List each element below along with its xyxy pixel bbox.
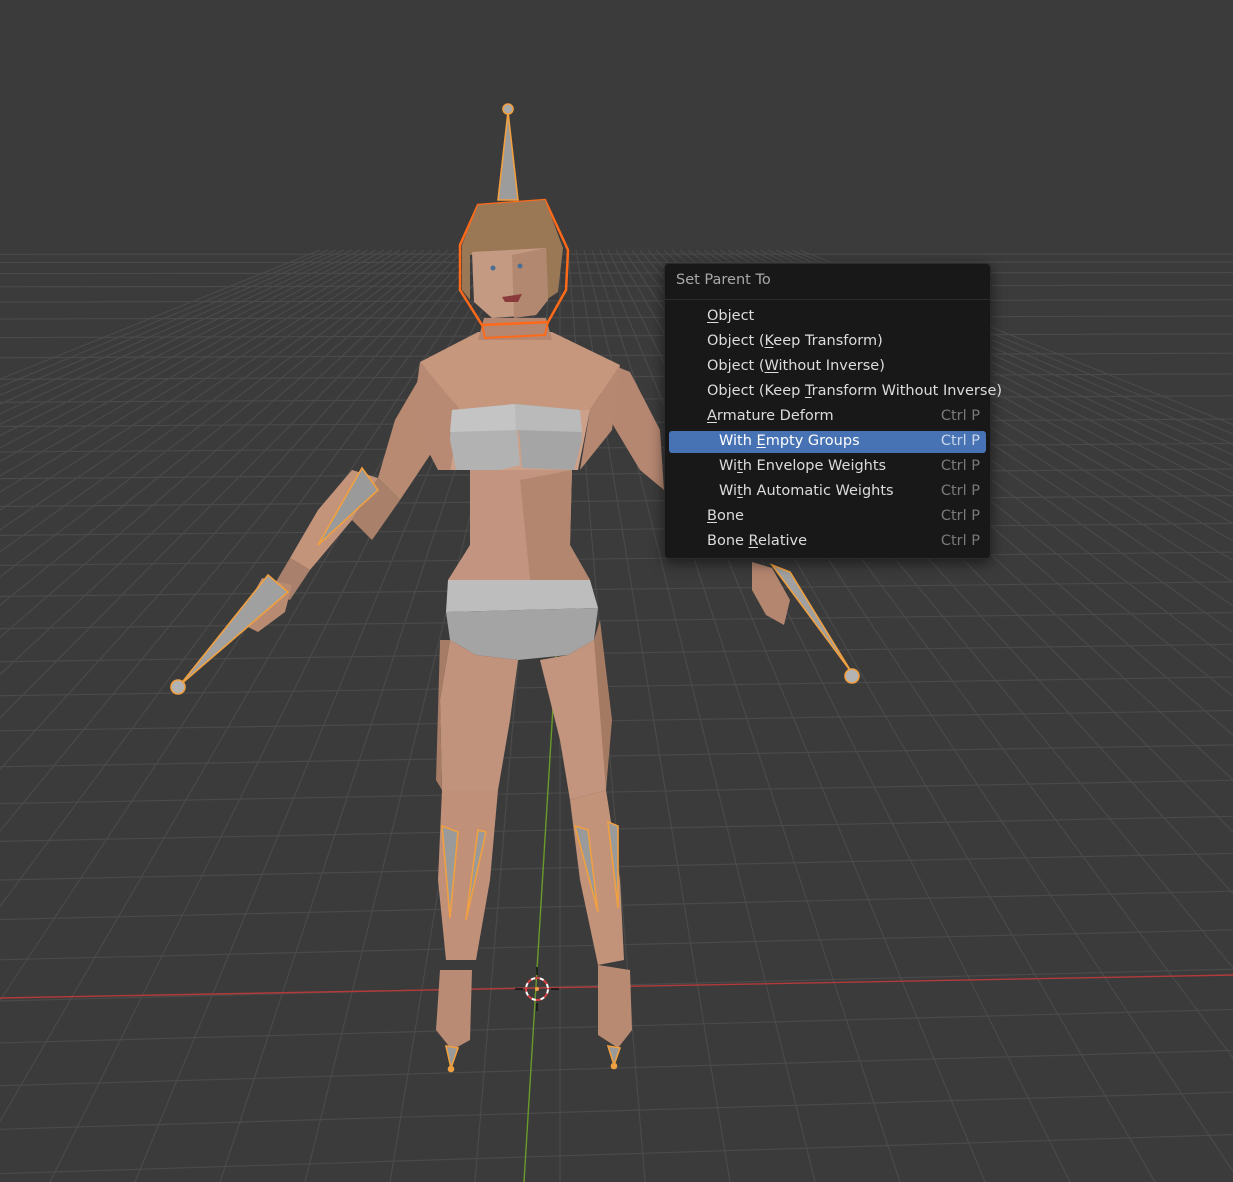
right-foot-bone-tip[interactable] bbox=[610, 1062, 618, 1070]
menu-item-object-without-inverse[interactable]: Object (Without Inverse) bbox=[669, 356, 986, 378]
right-hand-bone-tip[interactable] bbox=[844, 668, 860, 684]
3d-viewport[interactable]: Set Parent To Object Object (Keep Transfo… bbox=[0, 0, 1233, 1182]
head-bone[interactable] bbox=[497, 111, 519, 201]
menu-item-label: Bone Relative bbox=[707, 533, 808, 549]
menu-item-bone[interactable]: Bone Ctrl P bbox=[669, 506, 986, 528]
left-foot-bone-tip[interactable] bbox=[447, 1065, 455, 1073]
menu-item-shortcut: Ctrl P bbox=[940, 508, 980, 524]
left-eye bbox=[490, 265, 496, 271]
menu-item-label: Armature Deform bbox=[707, 408, 834, 424]
menu-item-label: Object (Keep Transform Without Inverse) bbox=[707, 383, 1003, 399]
menu-item-object-keep-transform-without-inverse[interactable]: Object (Keep Transform Without Inverse) bbox=[669, 381, 1002, 403]
menu-item-object-keep-transform[interactable]: Object (Keep Transform) bbox=[669, 331, 986, 353]
menu-item-with-envelope-weights[interactable]: With Envelope Weights Ctrl P bbox=[669, 456, 986, 478]
menu-item-shortcut: Ctrl P bbox=[940, 483, 980, 499]
head-bone-tip[interactable] bbox=[502, 103, 514, 115]
face-shade bbox=[512, 248, 548, 318]
viewport-scene bbox=[0, 103, 1233, 1182]
right-eye bbox=[517, 263, 523, 269]
menu-item-bone-relative[interactable]: Bone Relative Ctrl P bbox=[669, 531, 986, 553]
abdomen-shade bbox=[520, 470, 590, 580]
menu-item-label: Object (Keep Transform) bbox=[707, 333, 883, 349]
left-hand-bone-tip[interactable] bbox=[170, 679, 186, 695]
menu-item-label: With Empty Groups bbox=[719, 433, 860, 449]
left-foot-bone[interactable] bbox=[444, 1045, 460, 1071]
right-foot-bone[interactable] bbox=[606, 1044, 622, 1068]
menu-item-shortcut: Ctrl P bbox=[940, 533, 980, 549]
menu-item-with-automatic-weights[interactable]: With Automatic Weights Ctrl P bbox=[669, 481, 986, 503]
menu-item-label: With Envelope Weights bbox=[719, 458, 887, 474]
menu-item-with-empty-groups[interactable]: With Empty Groups Ctrl P bbox=[669, 431, 986, 453]
menu-item-shortcut: Ctrl P bbox=[940, 408, 980, 424]
menu-item-label: Object bbox=[707, 308, 755, 324]
menu-title: Set Parent To bbox=[676, 272, 771, 288]
left-thigh bbox=[440, 640, 518, 800]
menu-item-label: Object (Without Inverse) bbox=[707, 358, 885, 374]
menu-item-object[interactable]: Object bbox=[669, 306, 986, 328]
right-foot bbox=[598, 965, 632, 1048]
underwear-top bbox=[446, 580, 598, 612]
menu-item-shortcut: Ctrl P bbox=[940, 433, 980, 449]
set-parent-to-menu: Set Parent To Object Object (Keep Transfo… bbox=[664, 263, 1002, 559]
menu-item-label: Bone bbox=[707, 508, 744, 524]
3d-cursor[interactable] bbox=[515, 967, 559, 1011]
left-foot bbox=[436, 970, 472, 1050]
menu-item-armature-deform[interactable]: Armature Deform Ctrl P bbox=[669, 406, 986, 428]
menu-separator bbox=[665, 299, 990, 300]
menu-item-label: With Automatic Weights bbox=[719, 483, 894, 499]
menu-item-shortcut: Ctrl P bbox=[940, 458, 980, 474]
